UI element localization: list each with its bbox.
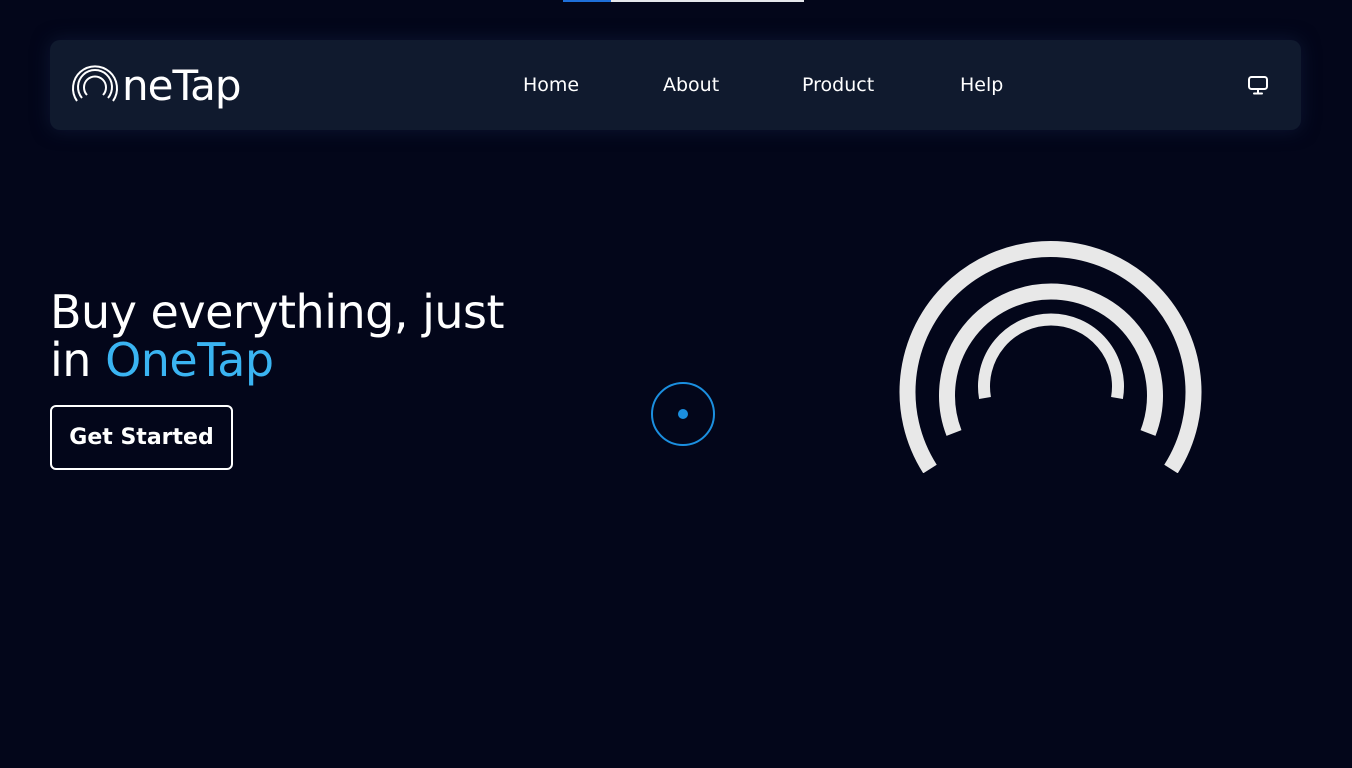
hero-heading-prefix: in: [50, 333, 106, 387]
nav-link-help[interactable]: Help: [960, 74, 1003, 96]
get-started-button[interactable]: Get Started: [50, 405, 233, 470]
nav-link-home[interactable]: Home: [523, 74, 579, 96]
hero-graphic: [898, 228, 1204, 477]
nav-link-product[interactable]: Product: [802, 74, 874, 96]
theme-toggle-button[interactable]: [1247, 74, 1269, 96]
logo-text: neTap: [122, 61, 242, 110]
scroll-progress-fill: [563, 0, 612, 2]
nav-link-about[interactable]: About: [663, 74, 719, 96]
signal-arcs-icon: [72, 65, 118, 102]
scroll-progress-bar: [563, 0, 804, 2]
navbar: neTap Home About Product Help: [50, 40, 1301, 130]
signal-arcs-icon: [899, 241, 1202, 474]
logo[interactable]: neTap: [70, 58, 242, 114]
hero-heading-line1: Buy everything, just: [50, 285, 505, 339]
hero-heading-accent: OneTap: [105, 333, 274, 387]
monitor-icon: [1248, 76, 1268, 95]
hero-heading: Buy everything, just in OneTap: [50, 285, 505, 387]
custom-cursor-dot: [678, 409, 688, 419]
